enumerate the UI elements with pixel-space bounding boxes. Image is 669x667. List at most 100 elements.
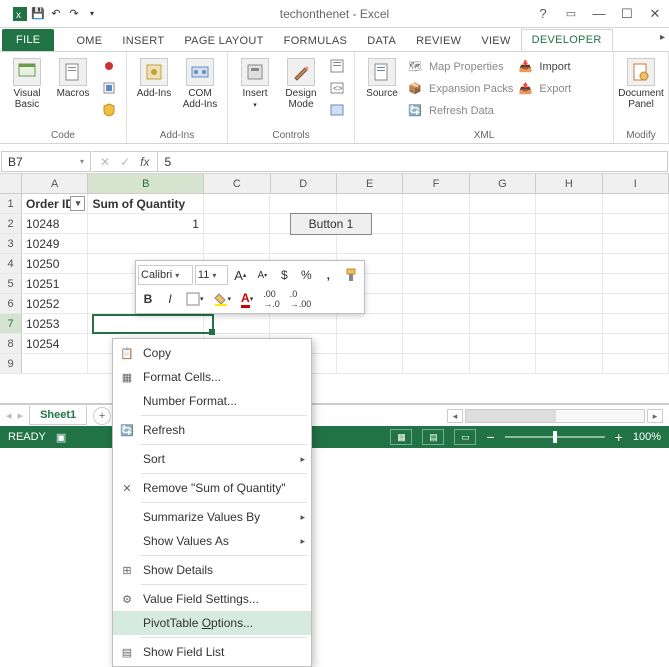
minimize-icon[interactable]: — (585, 4, 613, 24)
cell-b1[interactable]: Sum of Quantity (88, 194, 203, 214)
new-sheet-button[interactable]: + (93, 407, 111, 425)
cell-a1[interactable]: Order ID (22, 194, 88, 214)
row-header[interactable]: 7 (0, 314, 22, 334)
cell[interactable]: 10252 (22, 294, 88, 314)
name-box[interactable]: B7 ▾ (1, 151, 91, 172)
fx-icon[interactable]: fx (140, 155, 149, 169)
col-header-f[interactable]: F (403, 174, 469, 193)
col-header-b[interactable]: B (88, 174, 204, 193)
menu-summarize-values[interactable]: Summarize Values By▸ (113, 505, 311, 529)
source-button[interactable]: Source (361, 56, 403, 99)
sheet-nav-prev-icon[interactable]: ◂ (6, 409, 12, 422)
zoom-out-icon[interactable]: − (486, 429, 494, 445)
italic-button[interactable]: I (160, 288, 180, 310)
cell[interactable]: 10249 (22, 234, 88, 254)
percent-format-icon[interactable]: % (296, 264, 316, 286)
col-header-a[interactable]: A (22, 174, 88, 193)
cell[interactable] (88, 234, 203, 254)
row-header[interactable]: 9 (0, 354, 22, 374)
increase-decimal-icon[interactable]: .00→.0 (259, 288, 284, 310)
menu-value-field-settings[interactable]: ⚙Value Field Settings... (113, 587, 311, 611)
fill-color-icon[interactable]: ▾ (210, 288, 236, 310)
button-1[interactable]: Button 1 (290, 213, 372, 235)
menu-refresh[interactable]: 🔄Refresh (113, 418, 311, 442)
tab-view[interactable]: VIEW (471, 31, 520, 51)
cell[interactable]: 10251 (22, 274, 88, 294)
sheet-tab[interactable]: Sheet1 (29, 406, 87, 425)
save-icon[interactable]: 💾 (30, 6, 46, 22)
tab-insert[interactable]: INSERT (112, 31, 174, 51)
menu-number-format[interactable]: Number Format... (113, 389, 311, 413)
menu-show-field-list[interactable]: ▤Show Field List (113, 640, 311, 664)
bold-button[interactable]: B (138, 288, 158, 310)
menu-show-values-as[interactable]: Show Values As▸ (113, 529, 311, 553)
accounting-format-icon[interactable]: $ (274, 264, 294, 286)
import-button[interactable]: 📥Import (517, 56, 571, 77)
addins-button[interactable]: Add-Ins (133, 56, 175, 99)
decrease-decimal-icon[interactable]: .0→.00 (286, 288, 316, 310)
select-all-corner[interactable] (0, 174, 22, 194)
col-header-g[interactable]: G (470, 174, 536, 193)
font-family-combo[interactable]: Calibri▾ (138, 265, 193, 285)
tab-scroll-right-icon[interactable]: ▸ (660, 32, 665, 43)
com-addins-button[interactable]: COM Add-Ins (179, 56, 221, 110)
qat-dropdown-icon[interactable]: ▾ (84, 6, 100, 22)
tab-review[interactable]: REVIEW (406, 31, 471, 51)
grow-font-icon[interactable]: A▴ (230, 264, 250, 286)
view-pagebreak-icon[interactable]: ▭ (454, 429, 476, 445)
col-header-e[interactable]: E (337, 174, 403, 193)
maximize-icon[interactable]: ☐ (613, 4, 641, 24)
run-dialog-icon[interactable] (326, 100, 348, 120)
tab-formulas[interactable]: FORMULAS (274, 31, 358, 51)
menu-format-cells[interactable]: ▦Format Cells... (113, 365, 311, 389)
menu-pivottable-options[interactable]: PivotTable Options... (113, 611, 311, 635)
row-header[interactable]: 1 (0, 194, 22, 214)
macro-security-icon[interactable] (98, 100, 120, 120)
horizontal-scrollbar[interactable]: ◂ ▸ (447, 409, 663, 423)
formula-bar[interactable]: 5 (158, 151, 668, 172)
font-color-icon[interactable]: A▾ (237, 288, 257, 310)
menu-copy[interactable]: 📋Copy (113, 341, 311, 365)
insert-control-button[interactable]: Insert ▾ (234, 56, 276, 109)
zoom-slider[interactable] (505, 436, 605, 438)
cell-b7[interactable] (88, 314, 203, 334)
view-normal-icon[interactable]: ▦ (390, 429, 412, 445)
row-header[interactable]: 3 (0, 234, 22, 254)
row-header[interactable]: 5 (0, 274, 22, 294)
tab-file[interactable]: FILE (2, 29, 54, 51)
tab-developer[interactable]: DEVELOPER (521, 29, 613, 51)
tab-home[interactable]: OME (66, 31, 112, 51)
menu-sort[interactable]: Sort▸ (113, 447, 311, 471)
col-header-d[interactable]: D (271, 174, 337, 193)
visual-basic-button[interactable]: Visual Basic (6, 56, 48, 110)
document-panel-button[interactable]: Document Panel (620, 56, 662, 110)
row-header[interactable]: 4 (0, 254, 22, 274)
ribbon-options-icon[interactable]: ▭ (557, 4, 585, 24)
cell[interactable]: 10248 (22, 214, 88, 234)
col-header-i[interactable]: I (603, 174, 669, 193)
row-header[interactable]: 6 (0, 294, 22, 314)
undo-icon[interactable]: ↶ (48, 6, 64, 22)
comma-format-icon[interactable]: , (318, 264, 338, 286)
row-header[interactable]: 2 (0, 214, 22, 234)
menu-show-details[interactable]: ⊞Show Details (113, 558, 311, 582)
scroll-left-icon[interactable]: ◂ (447, 409, 463, 423)
borders-icon[interactable]: ▾ (182, 288, 208, 310)
close-icon[interactable]: ✕ (641, 4, 669, 24)
namebox-dropdown-icon[interactable]: ▾ (80, 157, 84, 166)
col-header-h[interactable]: H (536, 174, 602, 193)
format-painter-icon[interactable] (340, 264, 362, 286)
macro-record-status-icon[interactable]: ▣ (56, 431, 66, 444)
tab-pagelayout[interactable]: PAGE LAYOUT (174, 31, 273, 51)
scroll-right-icon[interactable]: ▸ (647, 409, 663, 423)
properties-icon[interactable] (326, 56, 348, 76)
zoom-in-icon[interactable]: + (615, 429, 623, 445)
macros-button[interactable]: Macros (52, 56, 94, 99)
col-header-c[interactable]: C (204, 174, 270, 193)
font-size-combo[interactable]: 11▾ (195, 265, 228, 285)
relative-refs-icon[interactable] (98, 78, 120, 98)
record-macro-icon[interactable] (98, 56, 120, 76)
cell[interactable]: 1 (88, 214, 203, 234)
design-mode-button[interactable]: Design Mode (280, 56, 322, 110)
redo-icon[interactable]: ↷ (66, 6, 82, 22)
